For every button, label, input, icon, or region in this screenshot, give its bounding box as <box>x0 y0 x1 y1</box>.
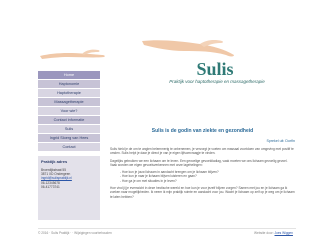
contact-heading: Praktijk adres <box>41 159 68 164</box>
footer-credit: Website door: Joes Wiggen <box>254 231 293 235</box>
byline: Sprekel uit: Dorfin <box>266 139 295 143</box>
sidebar-nav: Home Haptonomie Haptotherapie Massagethe… <box>38 71 100 220</box>
main-content: Sulis is de godin van ziekte en gezondhe… <box>110 128 295 202</box>
paragraph-2: Dagelijks gebruiken we een lichaam om te… <box>110 158 288 167</box>
contact-phone-2: 06-41773741 <box>41 184 60 189</box>
sidebar-item-voor-wie[interactable]: Voor wie? <box>38 107 100 115</box>
page-title: Sulis is de godin van ziekte en gezondhe… <box>151 128 254 134</box>
sidebar-item-massagetherapie[interactable]: Massagetherapie <box>38 98 100 106</box>
paragraph-1: Sulis hield je de om te anglen belemmeri… <box>110 147 294 156</box>
sidebar-item-sulis[interactable]: Sulis <box>38 125 100 133</box>
sidebar-item-home[interactable]: Home <box>38 71 100 79</box>
hand-left-image <box>40 49 105 59</box>
sidebar-item-contact-informatie[interactable]: Contact informatie <box>38 116 100 124</box>
page: Sulis Praktijk voor haptotherapie en mas… <box>0 0 320 240</box>
sidebar-item-haptonomie[interactable]: Haptonomie <box>38 80 100 88</box>
footer-credit-label: Website door: <box>254 231 275 235</box>
logo[interactable]: Sulis <box>180 60 250 78</box>
contact-box: Praktijk adres Broerdijkstraat 55 3871 X… <box>38 156 100 220</box>
sidebar-item-contact[interactable]: Contact <box>38 143 100 151</box>
paragraph-3: Hoe vind jij je evenwicht in deze hectis… <box>110 186 295 199</box>
footer-credit-link[interactable]: Joes Wiggen <box>275 231 293 235</box>
sidebar-item-haptotherapie[interactable]: Haptotherapie <box>38 89 100 97</box>
footer-copyright: © 2016 · Sulis Praktijk · · Wijzigingen … <box>38 231 112 235</box>
paragraph-questions: - Hoe kun je jouw lichaam in aandacht br… <box>120 170 219 183</box>
tagline: Praktijk voor haptotherapie en massageth… <box>169 79 265 84</box>
sidebar-item-ingrid[interactable]: Ingrid Sloerg van Hees <box>38 134 100 142</box>
hand-right-image <box>142 40 234 57</box>
footer-divider <box>38 228 296 229</box>
